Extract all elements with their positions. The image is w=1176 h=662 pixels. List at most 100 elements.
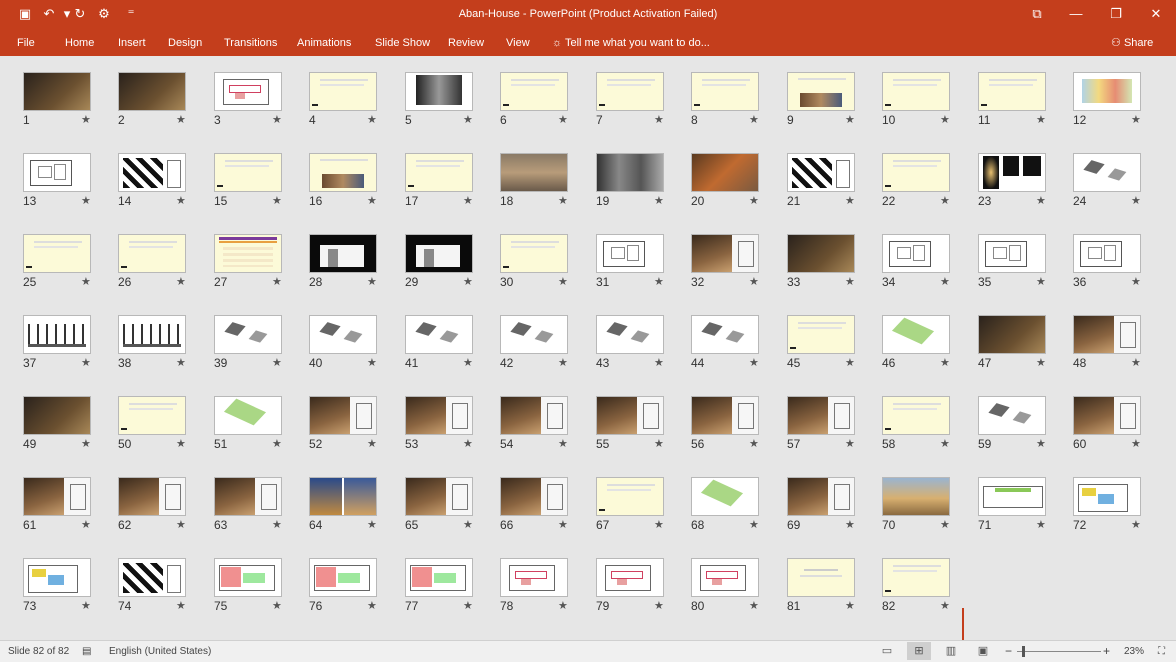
slide-thumbnail[interactable]: 18 ★	[500, 153, 570, 209]
slide-thumbnail[interactable]: 36 ★	[1073, 234, 1143, 290]
slide-thumbnail[interactable]: 1 ★	[23, 72, 93, 128]
slide-thumbnail[interactable]: 31 ★	[596, 234, 666, 290]
transition-star-icon[interactable]: ★	[367, 356, 377, 369]
slide-thumbnail[interactable]: 42 ★	[500, 315, 570, 371]
slide-thumbnail[interactable]: 13 ★	[23, 153, 93, 209]
slide-thumbnail[interactable]: 44 ★	[691, 315, 761, 371]
slide-thumbnail[interactable]: 66 ★	[500, 477, 570, 533]
transition-star-icon[interactable]: ★	[272, 599, 282, 612]
slide-thumbnail[interactable]: 27 ★	[214, 234, 284, 290]
slide-thumbnail[interactable]: 33 ★	[787, 234, 857, 290]
transition-star-icon[interactable]: ★	[1131, 194, 1141, 207]
transition-star-icon[interactable]: ★	[845, 599, 855, 612]
slide-thumbnail[interactable]: 79 ★	[596, 558, 666, 614]
slide-thumbnail[interactable]: 56 ★	[691, 396, 761, 452]
slide-thumbnail[interactable]: 4 ★	[309, 72, 379, 128]
transition-star-icon[interactable]: ★	[176, 356, 186, 369]
transition-star-icon[interactable]: ★	[367, 599, 377, 612]
slide-thumbnail[interactable]: 52 ★	[309, 396, 379, 452]
transition-star-icon[interactable]: ★	[1131, 275, 1141, 288]
transition-star-icon[interactable]: ★	[176, 113, 186, 126]
transition-star-icon[interactable]: ★	[463, 275, 473, 288]
slide-thumbnail[interactable]: 40 ★	[309, 315, 379, 371]
slide-thumbnail[interactable]: 47 ★	[978, 315, 1048, 371]
transition-star-icon[interactable]: ★	[654, 194, 664, 207]
transition-star-icon[interactable]: ★	[749, 356, 759, 369]
slide-thumbnail[interactable]: 76 ★	[309, 558, 379, 614]
transition-star-icon[interactable]: ★	[272, 194, 282, 207]
transition-star-icon[interactable]: ★	[463, 356, 473, 369]
slide-thumbnail[interactable]: 75 ★	[214, 558, 284, 614]
transition-star-icon[interactable]: ★	[367, 275, 377, 288]
slide-thumbnail[interactable]: 69 ★	[787, 477, 857, 533]
slideshow-view-icon[interactable]: ▣	[971, 642, 995, 660]
transition-star-icon[interactable]: ★	[81, 113, 91, 126]
transition-star-icon[interactable]: ★	[749, 437, 759, 450]
slide-thumbnail[interactable]: 16 ★	[309, 153, 379, 209]
transition-star-icon[interactable]: ★	[1036, 518, 1046, 531]
slide-thumbnail[interactable]: 7 ★	[596, 72, 666, 128]
fit-to-window-icon[interactable]: ⛶	[1158, 645, 1165, 659]
zoom-slider-thumb[interactable]	[1022, 646, 1025, 657]
transition-star-icon[interactable]: ★	[749, 599, 759, 612]
transition-star-icon[interactable]: ★	[558, 356, 568, 369]
slide-thumbnail[interactable]: 9 ★	[787, 72, 857, 128]
transition-star-icon[interactable]: ★	[1131, 518, 1141, 531]
zoom-out-button[interactable]: −	[1005, 644, 1012, 658]
slide-thumbnail[interactable]: 2 ★	[118, 72, 188, 128]
slide-thumbnail[interactable]: 46 ★	[882, 315, 952, 371]
normal-view-icon[interactable]: ▭	[875, 642, 899, 660]
transition-star-icon[interactable]: ★	[272, 356, 282, 369]
slide-thumbnail[interactable]: 49 ★	[23, 396, 93, 452]
minimize-icon[interactable]: —	[1061, 4, 1091, 24]
slide-thumbnail[interactable]: 28 ★	[309, 234, 379, 290]
slide-thumbnail[interactable]: 6 ★	[500, 72, 570, 128]
transition-star-icon[interactable]: ★	[940, 599, 950, 612]
slide-thumbnail[interactable]: 64 ★	[309, 477, 379, 533]
slide-thumbnail[interactable]: 30 ★	[500, 234, 570, 290]
transition-star-icon[interactable]: ★	[940, 356, 950, 369]
transition-star-icon[interactable]: ★	[940, 275, 950, 288]
slide-thumbnail[interactable]: 21 ★	[787, 153, 857, 209]
slide-thumbnail[interactable]: 60 ★	[1073, 396, 1143, 452]
slide-thumbnail[interactable]: 73 ★	[23, 558, 93, 614]
slide-thumbnail[interactable]: 59 ★	[978, 396, 1048, 452]
slide-thumbnail[interactable]: 19 ★	[596, 153, 666, 209]
slide-thumbnail[interactable]: 34 ★	[882, 234, 952, 290]
restore-icon[interactable]: ❐	[1101, 4, 1131, 24]
slide-thumbnail[interactable]: 72 ★	[1073, 477, 1143, 533]
transition-star-icon[interactable]: ★	[81, 599, 91, 612]
transition-star-icon[interactable]: ★	[1036, 194, 1046, 207]
transition-star-icon[interactable]: ★	[654, 356, 664, 369]
close-icon[interactable]: ✕	[1141, 4, 1171, 24]
zoom-level[interactable]: 23%	[1124, 645, 1144, 659]
slide-thumbnail[interactable]: 62 ★	[118, 477, 188, 533]
tab-animations[interactable]: Animations	[297, 34, 351, 52]
transition-star-icon[interactable]: ★	[463, 194, 473, 207]
transition-star-icon[interactable]: ★	[845, 194, 855, 207]
transition-star-icon[interactable]: ★	[1036, 113, 1046, 126]
slide-thumbnail[interactable]: 32 ★	[691, 234, 761, 290]
slide-thumbnail[interactable]: 58 ★	[882, 396, 952, 452]
transition-star-icon[interactable]: ★	[81, 275, 91, 288]
slide-thumbnail[interactable]: 54 ★	[500, 396, 570, 452]
tab-view[interactable]: View	[506, 34, 530, 52]
transition-star-icon[interactable]: ★	[176, 518, 186, 531]
slide-thumbnail[interactable]: 43 ★	[596, 315, 666, 371]
transition-star-icon[interactable]: ★	[749, 275, 759, 288]
tab-transitions[interactable]: Transitions	[224, 34, 277, 52]
slide-thumbnail[interactable]: 70 ★	[882, 477, 952, 533]
transition-star-icon[interactable]: ★	[272, 275, 282, 288]
transition-star-icon[interactable]: ★	[749, 113, 759, 126]
slide-thumbnail[interactable]: 71 ★	[978, 477, 1048, 533]
slide-thumbnail[interactable]: 53 ★	[405, 396, 475, 452]
reading-view-icon[interactable]: ▥	[939, 642, 963, 660]
transition-star-icon[interactable]: ★	[654, 113, 664, 126]
transition-star-icon[interactable]: ★	[654, 599, 664, 612]
transition-star-icon[interactable]: ★	[558, 599, 568, 612]
transition-star-icon[interactable]: ★	[272, 437, 282, 450]
transition-star-icon[interactable]: ★	[81, 356, 91, 369]
transition-star-icon[interactable]: ★	[749, 518, 759, 531]
slide-thumbnail[interactable]: 78 ★	[500, 558, 570, 614]
transition-star-icon[interactable]: ★	[1131, 113, 1141, 126]
